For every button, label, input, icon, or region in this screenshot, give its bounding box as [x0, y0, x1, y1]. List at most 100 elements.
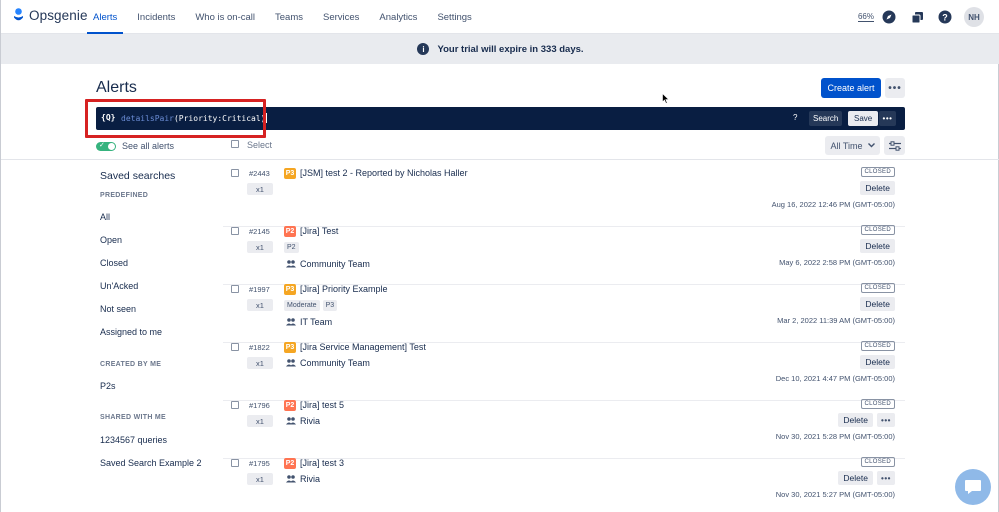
alert-title[interactable]: [JSM] test 2 - Reported by Nicholas Hall…	[300, 168, 468, 178]
alert-title[interactable]: [Jira] test 5	[300, 400, 344, 410]
alert-title[interactable]: [Jira] Test	[300, 226, 338, 236]
team-name: Rivia	[300, 416, 320, 426]
alert-checkbox[interactable]	[231, 459, 239, 467]
zoom-indicator[interactable]: 66%	[858, 12, 874, 22]
alert-title[interactable]: [Jira Service Management] Test	[300, 342, 426, 352]
query-more-button[interactable]: •••	[879, 111, 896, 126]
alert-id: #1822	[249, 343, 270, 352]
nav-settings[interactable]: Settings	[431, 0, 477, 34]
alert-id: #1795	[249, 459, 270, 468]
alert-tags: Moderate P3	[284, 300, 337, 311]
alert-checkbox[interactable]	[231, 169, 239, 177]
alert-title[interactable]: [Jira] Priority Example	[300, 284, 388, 294]
nav-who-is-on-call[interactable]: Who is on-call	[189, 0, 261, 34]
nav-incidents[interactable]: Incidents	[131, 0, 181, 34]
alert-more-button[interactable]: •••	[877, 471, 895, 485]
alert-row[interactable]: #2443 x1 P3 [JSM] test 2 - Reported by N…	[223, 169, 905, 227]
priority-badge: P2	[284, 226, 296, 237]
saved-searches-title: Saved searches	[100, 170, 175, 182]
query-function: detailsPair	[121, 114, 174, 123]
chevron-down-icon	[868, 143, 875, 148]
priority-badge: P3	[284, 342, 296, 353]
saved-search-example-2[interactable]: Saved Search Example 2	[100, 458, 202, 468]
saved-search-not-seen[interactable]: Not seen	[100, 304, 136, 314]
nav-alerts[interactable]: Alerts	[87, 0, 123, 34]
app-switcher-icon[interactable]	[906, 6, 928, 28]
search-button[interactable]: Search	[809, 111, 842, 126]
save-search-button[interactable]: Save	[848, 111, 878, 126]
see-all-alerts-label: See all alerts	[122, 141, 174, 151]
chat-icon	[964, 479, 982, 495]
top-navigation: Opsgenie Alerts Incidents Who is on-call…	[1, 0, 999, 34]
create-alert-button[interactable]: Create alert	[821, 78, 881, 98]
delete-button[interactable]: Delete	[860, 297, 895, 311]
query-help-button[interactable]: ?	[793, 113, 797, 122]
alert-more-button[interactable]: •••	[877, 413, 895, 427]
team-name: Community Team	[300, 259, 370, 269]
alert-row[interactable]: #1997 x1 P3 [Jira] Priority Example Mode…	[223, 285, 905, 343]
alert-id: #2443	[249, 169, 270, 178]
delete-button[interactable]: Delete	[860, 181, 895, 195]
opsgenie-logo[interactable]: Opsgenie	[13, 8, 88, 23]
alert-row[interactable]: #1796 x1 P2 [Jira] test 5 Rivia CLOSED D…	[223, 401, 905, 459]
query-input[interactable]: detailsPair(Priority:Critical)	[121, 113, 267, 123]
alert-count: x1	[247, 357, 273, 369]
delete-button[interactable]: Delete	[860, 239, 895, 253]
delete-button[interactable]: Delete	[860, 355, 895, 369]
nav-analytics[interactable]: Analytics	[373, 0, 423, 34]
saved-search-assigned-to-me[interactable]: Assigned to me	[100, 327, 162, 337]
saved-search-closed[interactable]: Closed	[100, 258, 128, 268]
alert-row[interactable]: #1822 x1 P3 [Jira Service Management] Te…	[223, 343, 905, 401]
team-icon	[286, 359, 296, 367]
alert-tags: P2	[284, 242, 299, 253]
alert-row[interactable]: #1795 x1 P2 [Jira] test 3 Rivia CLOSED D…	[223, 459, 905, 512]
saved-search-unacked[interactable]: Un'Acked	[100, 281, 138, 291]
saved-search-all[interactable]: All	[100, 212, 110, 222]
time-filter-dropdown[interactable]: All Time	[825, 136, 880, 155]
alert-id: #1997	[249, 285, 270, 294]
alert-count: x1	[247, 415, 273, 427]
page-more-button[interactable]: •••	[885, 78, 905, 98]
user-avatar[interactable]: NH	[964, 7, 984, 27]
team-icon	[286, 318, 296, 326]
nav-teams[interactable]: Teams	[269, 0, 309, 34]
alert-team: Community Team	[286, 259, 370, 269]
saved-search-1234567-queries[interactable]: 1234567 queries	[100, 435, 167, 445]
help-icon[interactable]: ?	[934, 6, 956, 28]
select-all-checkbox[interactable]	[231, 140, 239, 148]
app-name: Opsgenie	[29, 8, 88, 23]
alert-team: Rivia	[286, 474, 320, 484]
delete-button[interactable]: Delete	[838, 471, 873, 485]
nav-tabs: Alerts Incidents Who is on-call Teams Se…	[87, 0, 486, 34]
status-badge: CLOSED	[861, 399, 895, 409]
chat-support-button[interactable]	[955, 469, 991, 505]
mouse-cursor-icon	[662, 93, 670, 104]
saved-search-open[interactable]: Open	[100, 235, 122, 245]
select-all-label: Select	[247, 140, 272, 150]
alert-team: Rivia	[286, 416, 320, 426]
alert-title[interactable]: [Jira] test 3	[300, 458, 344, 468]
alert-count: x1	[247, 183, 273, 195]
team-icon	[286, 260, 296, 268]
saved-search-p2s[interactable]: P2s	[100, 381, 116, 391]
trial-banner: i Your trial will expire in 333 days.	[1, 34, 999, 64]
check-icon: ✓	[99, 141, 105, 149]
alert-checkbox[interactable]	[231, 343, 239, 351]
section-shared-with-me: SHARED WITH ME	[100, 414, 166, 421]
alert-id: #2145	[249, 227, 270, 236]
filter-settings-button[interactable]	[884, 136, 905, 155]
tag[interactable]: P3	[323, 300, 338, 311]
nav-services[interactable]: Services	[317, 0, 365, 34]
section-created-by-me: CREATED BY ME	[100, 361, 161, 368]
alert-row[interactable]: #2145 x1 P2 [Jira] Test P2 Community Tea…	[223, 227, 905, 285]
alert-checkbox[interactable]	[231, 227, 239, 235]
section-predefined: PREDEFINED	[100, 192, 148, 199]
compass-icon[interactable]	[878, 6, 900, 28]
tag[interactable]: Moderate	[284, 300, 320, 311]
alert-checkbox[interactable]	[231, 285, 239, 293]
info-icon: i	[417, 43, 429, 55]
alert-checkbox[interactable]	[231, 401, 239, 409]
delete-button[interactable]: Delete	[838, 413, 873, 427]
team-name: Community Team	[300, 358, 370, 368]
tag[interactable]: P2	[284, 242, 299, 253]
